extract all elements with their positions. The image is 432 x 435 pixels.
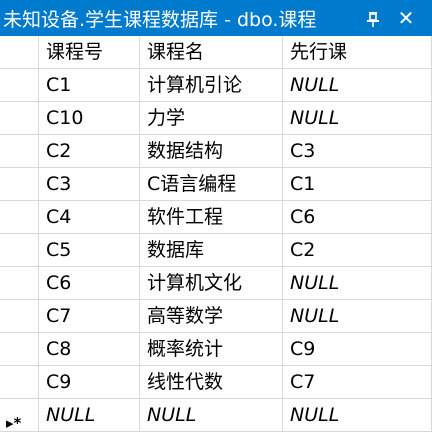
table-cell[interactable]: NULL	[39, 399, 140, 432]
close-icon[interactable]: ✕	[394, 6, 418, 30]
table-cell[interactable]: 高等数学	[140, 300, 283, 333]
table-cell[interactable]: C5	[39, 234, 140, 267]
row-selector-header[interactable]	[0, 36, 39, 69]
table-cell[interactable]: C3	[39, 168, 140, 201]
table-cell[interactable]: 数据库	[140, 234, 283, 267]
table-row[interactable]: C9 线性代数 C7	[0, 366, 432, 399]
new-row[interactable]: ▸* NULL NULL NULL	[0, 399, 432, 432]
row-selector[interactable]	[0, 267, 39, 300]
table-cell[interactable]: C7	[39, 300, 140, 333]
column-header-prerequisite[interactable]: 先行课	[283, 36, 432, 69]
row-selector[interactable]	[0, 69, 39, 102]
table-cell[interactable]: C1	[283, 168, 432, 201]
table-cell[interactable]: C8	[39, 333, 140, 366]
header-row: 课程号 课程名 先行课	[0, 36, 432, 69]
table-cell[interactable]: NULL	[283, 69, 432, 102]
table-row[interactable]: C6 计算机文化 NULL	[0, 267, 432, 300]
table-cell[interactable]: C6	[39, 267, 140, 300]
table-row[interactable]: C2 数据结构 C3	[0, 135, 432, 168]
table-cell[interactable]: C3	[283, 135, 432, 168]
table-row[interactable]: C1 计算机引论 NULL	[0, 69, 432, 102]
table-cell[interactable]: NULL	[140, 399, 283, 432]
row-selector[interactable]	[0, 366, 39, 399]
row-selector[interactable]	[0, 102, 39, 135]
table-cell[interactable]: C7	[283, 366, 432, 399]
table-cell[interactable]: C语言编程	[140, 168, 283, 201]
table-cell[interactable]: 软件工程	[140, 201, 283, 234]
document-tab[interactable]: 未知设备.学生课程数据库 - dbo.课程 ✕	[0, 0, 432, 36]
table-row[interactable]: C8 概率统计 C9	[0, 333, 432, 366]
column-header-course-name[interactable]: 课程名	[140, 36, 283, 69]
row-selector[interactable]	[0, 168, 39, 201]
table-row[interactable]: C10 力学 NULL	[0, 102, 432, 135]
table-row[interactable]: C4 软件工程 C6	[0, 201, 432, 234]
row-selector[interactable]: ▸*	[0, 399, 39, 432]
table-cell[interactable]: C6	[283, 201, 432, 234]
table-cell[interactable]: NULL	[283, 267, 432, 300]
table-cell[interactable]: NULL	[283, 399, 432, 432]
table-row[interactable]: C5 数据库 C2	[0, 234, 432, 267]
row-selector[interactable]	[0, 135, 39, 168]
table-cell[interactable]: 计算机引论	[140, 69, 283, 102]
window-title: 未知设备.学生课程数据库 - dbo.课程	[3, 8, 317, 31]
table-row[interactable]: C7 高等数学 NULL	[0, 300, 432, 333]
table-cell[interactable]: NULL	[283, 102, 432, 135]
table-cell[interactable]: C2	[39, 135, 140, 168]
row-selector[interactable]	[0, 333, 39, 366]
table-cell[interactable]: 概率统计	[140, 333, 283, 366]
table-cell[interactable]: C2	[283, 234, 432, 267]
table-cell[interactable]: 计算机文化	[140, 267, 283, 300]
table-cell[interactable]: C10	[39, 102, 140, 135]
row-selector[interactable]	[0, 300, 39, 333]
column-header-course-id[interactable]: 课程号	[39, 36, 140, 69]
table-cell[interactable]: 数据结构	[140, 135, 283, 168]
row-selector[interactable]	[0, 201, 39, 234]
table-cell[interactable]: C4	[39, 201, 140, 234]
new-row-marker-icon: ▸*	[6, 414, 22, 432]
results-grid: 课程号 课程名 先行课 C1 计算机引论 NULL C10 力学 NULL C2 数据结构 C3…	[0, 36, 432, 435]
table-cell[interactable]: 力学	[140, 102, 283, 135]
row-selector[interactable]	[0, 234, 39, 267]
table-cell[interactable]: NULL	[283, 300, 432, 333]
table-cell[interactable]: C1	[39, 69, 140, 102]
table-cell[interactable]: C9	[283, 333, 432, 366]
table-row[interactable]: C3 C语言编程 C1	[0, 168, 432, 201]
table-cell[interactable]: 线性代数	[140, 366, 283, 399]
pin-icon[interactable]	[362, 8, 384, 30]
table-cell[interactable]: C9	[39, 366, 140, 399]
